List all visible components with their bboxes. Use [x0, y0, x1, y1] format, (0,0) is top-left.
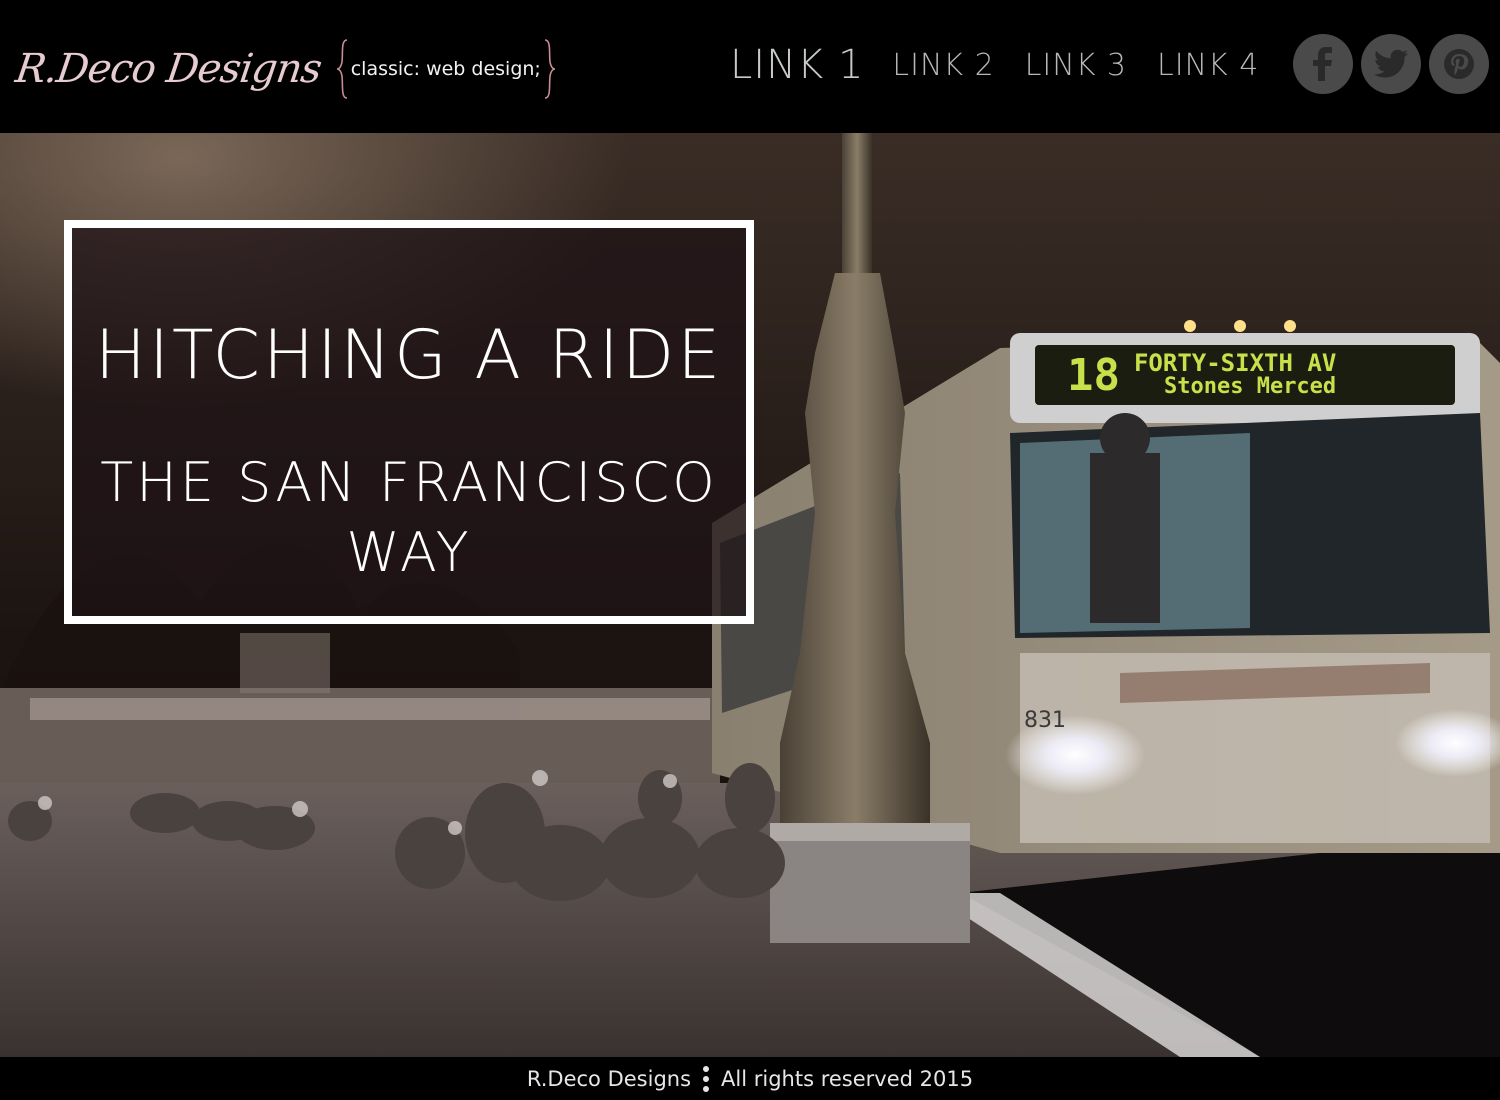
bus-sign-line2: Stones Merced — [1163, 374, 1337, 399]
hero-title: HITCHING A RIDE — [94, 316, 724, 395]
bus-route-number: 18 — [1067, 349, 1120, 401]
pinterest-button[interactable] — [1429, 34, 1489, 94]
nav-link-4[interactable]: LINK 4 — [1157, 48, 1259, 83]
site-header: R.Deco Designs classic: web design; LINK… — [0, 0, 1489, 133]
bus-destination-sign: 18 FORTY-SIXTH AV Stones Merced — [1035, 345, 1455, 405]
facebook-icon — [1313, 47, 1332, 81]
brace-right-icon — [544, 39, 555, 99]
brand[interactable]: R.Deco Designs classic: web design; — [13, 24, 555, 114]
dots-separator-icon — [703, 1065, 710, 1093]
site-footer: R.Deco Designs All rights reserved 2015 — [0, 1057, 1500, 1100]
brace-left-icon — [336, 39, 347, 99]
tagline: classic: web design; — [336, 38, 555, 100]
main-nav: LINK 1 LINK 2 LINK 3 LINK 4 — [730, 30, 1289, 100]
footer-brand: R.Deco Designs — [526, 1066, 692, 1091]
facebook-button[interactable] — [1293, 34, 1353, 94]
hero-banner: 18 FORTY-SIXTH AV Stones Merced 831 HITC… — [0, 133, 1500, 1057]
nav-link-1[interactable]: LINK 1 — [730, 42, 864, 88]
nav-link-2[interactable]: LINK 2 — [892, 48, 994, 83]
brand-logo[interactable]: R.Deco Designs — [13, 46, 324, 92]
social-links — [1293, 34, 1489, 94]
bus-number: 831 — [1024, 708, 1066, 733]
tagline-text: classic: web design; — [350, 58, 541, 80]
bus-sign-line1: FORTY-SIXTH AV — [1133, 349, 1337, 377]
pinterest-icon — [1444, 49, 1474, 79]
nav-link-3[interactable]: LINK 3 — [1025, 48, 1127, 83]
hero-subtitle: THE SAN FRANCISCO WAY — [100, 451, 718, 584]
hero-title-box: HITCHING A RIDE THE SAN FRANCISCO WAY — [64, 220, 754, 624]
twitter-icon — [1374, 49, 1408, 78]
twitter-button[interactable] — [1361, 34, 1421, 94]
footer-copyright: All rights reserved 2015 — [721, 1066, 974, 1091]
